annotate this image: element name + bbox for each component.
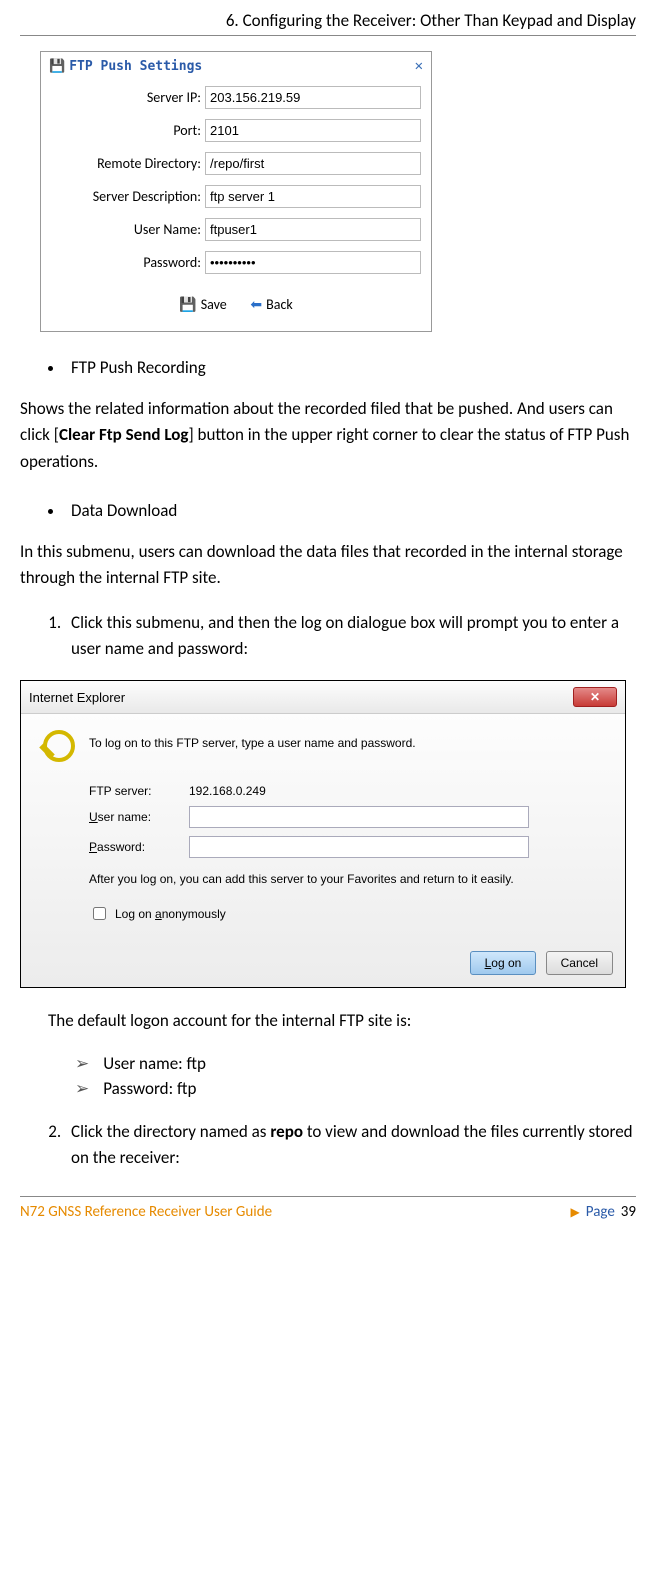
remote-dir-label: Remote Directory: <box>51 155 205 172</box>
ie-note: After you log on, you can add this serve… <box>39 872 607 886</box>
clear-ftp-send-log-ref: Clear Ftp Send Log <box>59 424 188 445</box>
cancel-button[interactable]: Cancel <box>546 951 613 975</box>
page-footer: N72 GNSS Reference Receiver User Guide ▶… <box>20 1196 636 1221</box>
server-desc-label: Server Description: <box>51 188 205 205</box>
footer-arrow-icon: ▶ <box>571 1205 580 1220</box>
port-label: Port: <box>51 122 205 139</box>
ie-message: To log on to this FTP server, type a use… <box>89 730 416 766</box>
server-ip-input[interactable] <box>205 86 421 109</box>
ie-close-button[interactable]: ✕ <box>573 687 617 707</box>
ftp-push-settings-dialog: 💾 FTP Push Settings ✕ Server IP: Port: R… <box>40 51 432 332</box>
logon-button[interactable]: Log on <box>470 951 537 975</box>
remote-dir-input[interactable] <box>205 152 421 175</box>
step-1: Click this submenu, and then the log on … <box>65 610 636 663</box>
paragraph-data-download: In this submenu, users can download the … <box>20 539 636 592</box>
cred-username: User name: ftp <box>75 1053 636 1074</box>
dialog-title: FTP Push Settings <box>69 59 202 74</box>
ie-password-label: Password: <box>89 840 189 854</box>
bullet-data-download: Data Download <box>65 500 636 521</box>
ie-username-input[interactable] <box>189 806 529 828</box>
ie-dialog-title: Internet Explorer <box>29 690 573 705</box>
anonymous-checkbox[interactable] <box>93 907 106 920</box>
close-icon[interactable]: ✕ <box>415 58 423 74</box>
ftp-server-label: FTP server: <box>89 784 189 798</box>
user-name-input[interactable] <box>205 218 421 241</box>
save-icon: 💾 <box>179 296 196 313</box>
back-button[interactable]: ⬅ Back <box>244 294 298 315</box>
page-header: 6. Configuring the Receiver: Other Than … <box>20 10 636 36</box>
ie-password-input[interactable] <box>189 836 529 858</box>
footer-guide-name: N72 GNSS Reference Receiver User Guide <box>20 1203 272 1221</box>
password-label: Password: <box>51 254 205 271</box>
dialog-titlebar: 💾 FTP Push Settings ✕ <box>41 52 431 80</box>
ftp-server-value: 192.168.0.249 <box>189 784 266 798</box>
ie-login-dialog: Internet Explorer ✕ To log on to this FT… <box>20 680 626 988</box>
repo-ref: repo <box>270 1121 303 1142</box>
text: Click the directory named as <box>71 1121 270 1142</box>
step-2: Click the directory named as repo to vie… <box>65 1119 636 1172</box>
anonymous-label: Log on anonymously <box>115 907 226 921</box>
paragraph-default-account: The default logon account for the intern… <box>20 1008 636 1034</box>
save-button[interactable]: 💾 Save <box>173 294 233 315</box>
footer-page-number: 39 <box>621 1203 636 1221</box>
server-desc-input[interactable] <box>205 185 421 208</box>
key-icon <box>39 730 75 766</box>
save-label: Save <box>201 296 227 313</box>
floppy-icon: 💾 <box>49 59 65 74</box>
ie-username-label: User name: <box>89 810 189 824</box>
password-input[interactable] <box>205 251 421 274</box>
footer-page-label: Page <box>586 1203 615 1221</box>
back-arrow-icon: ⬅ <box>250 296 262 313</box>
server-ip-label: Server IP: <box>51 89 205 106</box>
paragraph-ftp-push: Shows the related information about the … <box>20 396 636 475</box>
user-name-label: User Name: <box>51 221 205 238</box>
back-label: Back <box>266 296 293 313</box>
bullet-ftp-push-recording: FTP Push Recording <box>65 357 636 378</box>
cred-password: Password: ftp <box>75 1078 636 1099</box>
port-input[interactable] <box>205 119 421 142</box>
